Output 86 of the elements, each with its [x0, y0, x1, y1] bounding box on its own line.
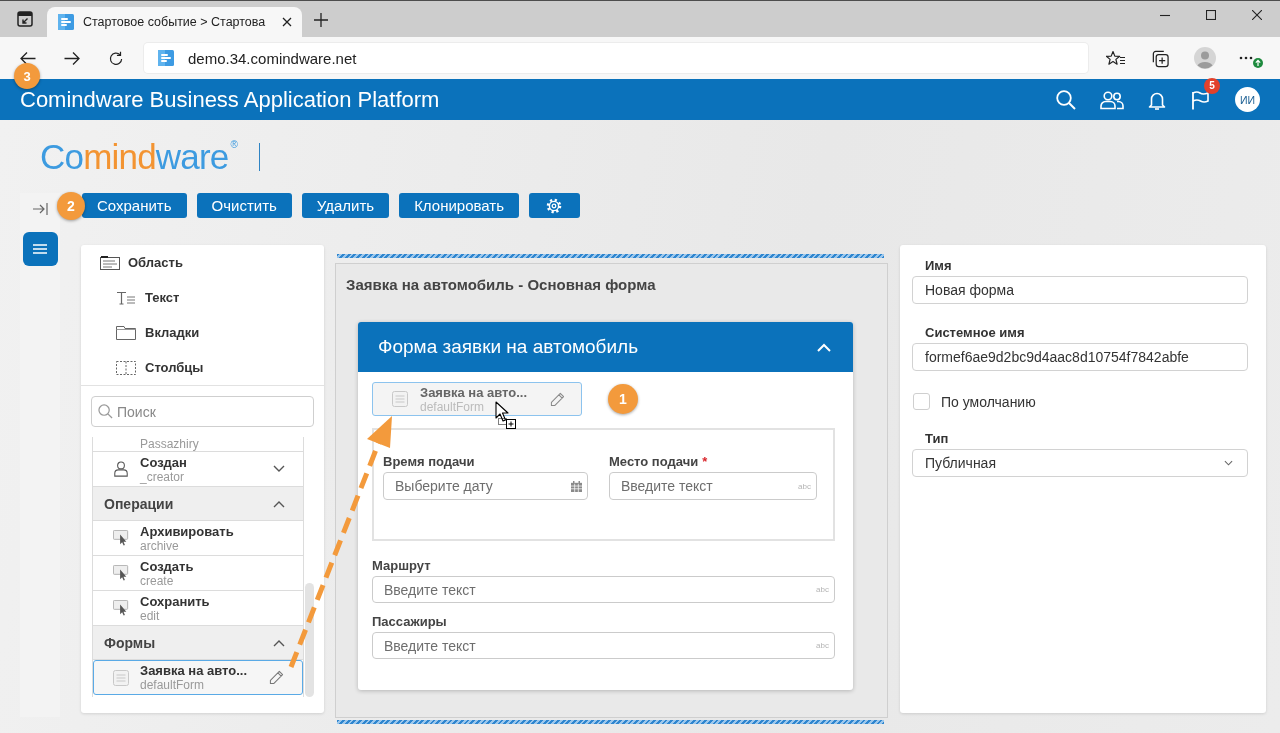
checkbox[interactable]: [913, 393, 930, 410]
field-label: Маршрут: [372, 558, 431, 574]
close-icon[interactable]: [1252, 10, 1262, 20]
text-field[interactable]: Новая форма: [912, 276, 1248, 304]
dropdown[interactable]: Публичная: [912, 449, 1248, 477]
canvas-title: Заявка на автомобиль - Основная форма: [345, 275, 657, 294]
calendar-icon[interactable]: [571, 480, 582, 492]
favorites-icon[interactable]: [1106, 48, 1126, 68]
palette-item[interactable]: Архивировать archive: [93, 521, 303, 556]
search-icon[interactable]: [1056, 89, 1076, 110]
refresh-icon[interactable]: [108, 50, 124, 66]
cursor-window-icon: [113, 530, 129, 546]
more-icon[interactable]: [1239, 56, 1253, 60]
menu-button[interactable]: [22, 232, 58, 266]
callout-badge: 3: [14, 63, 40, 89]
palette-item[interactable]: Заявка на авто... defaultForm: [93, 660, 303, 695]
text-field[interactable]: Введите текст abc: [372, 576, 835, 603]
toolbar-button[interactable]: Очистить: [196, 193, 292, 218]
new-tab-icon[interactable]: [314, 13, 329, 27]
person-icon: [113, 461, 129, 477]
toolbar-button[interactable]: Удалить: [301, 193, 390, 218]
collections-icon[interactable]: [1150, 48, 1170, 68]
field-label: Время подачи: [383, 454, 475, 470]
form-icon: [113, 669, 129, 686]
people-icon[interactable]: [1100, 89, 1124, 110]
address-field[interactable]: demo.34.comindware.net: [144, 43, 1088, 73]
callout-badge: 2: [57, 192, 85, 220]
settings-icon: [546, 197, 563, 214]
maximize-icon[interactable]: [1206, 10, 1216, 20]
pencil-icon[interactable]: [269, 670, 284, 685]
drag-cursor-icon: [495, 401, 517, 429]
text-field[interactable]: Введите текст abc: [372, 632, 835, 659]
chevron-down-icon: [1224, 460, 1233, 466]
toolbar-button[interactable]: Клонировать: [399, 193, 519, 218]
profile-avatar-icon[interactable]: [1194, 47, 1216, 69]
back-arrow-icon[interactable]: [20, 50, 36, 66]
section-header[interactable]: Операции: [93, 487, 303, 521]
toolbar-button[interactable]: Сохранить: [82, 193, 187, 218]
close-tab-icon[interactable]: [282, 17, 293, 27]
palette-tool[interactable]: Столбцы: [81, 350, 324, 385]
company-logo: Comindware$^{®}$: [40, 139, 238, 174]
date-field[interactable]: Выберите дату: [383, 472, 588, 500]
type-hint: abc: [816, 585, 829, 594]
field-label: Тип: [924, 431, 950, 447]
section-header[interactable]: Формы: [93, 626, 303, 660]
menu-icon: [33, 244, 47, 254]
field-label: Пассажиры: [372, 614, 447, 630]
flag-icon[interactable]: [1190, 89, 1210, 110]
field-label: Имя: [924, 258, 953, 274]
type-hint: abc: [816, 641, 829, 650]
search-icon: [98, 404, 113, 419]
palette-tool[interactable]: Текст: [81, 280, 324, 315]
cursor-window-icon: [113, 600, 129, 616]
forward-arrow-icon[interactable]: [64, 50, 80, 66]
search-field[interactable]: Поиск: [91, 396, 314, 427]
collapse-icon: [32, 202, 48, 216]
site-favicon-icon: [158, 50, 174, 66]
chevron-down-icon[interactable]: [273, 465, 285, 473]
palette-item[interactable]: Создать create: [93, 556, 303, 591]
settings-button[interactable]: [529, 193, 580, 218]
update-badge-icon: [1253, 58, 1263, 68]
pencil-icon[interactable]: [550, 391, 565, 407]
field-label: Место подачи: [609, 454, 699, 470]
form-title: Форма заявки на автомобиль: [378, 336, 640, 358]
browser-tab[interactable]: Стартовое событие > Стартова: [47, 7, 303, 37]
callout-badge: 1: [608, 384, 638, 414]
text-format-icon: [116, 290, 136, 305]
form-icon: [392, 391, 408, 407]
field-label: Системное имя: [924, 325, 1026, 341]
user-avatar[interactable]: ИИ: [1235, 87, 1260, 112]
app-title: Comindware Business Application Platform: [20, 86, 440, 113]
text-field[interactable]: formef6ae9d2bc9d4aac8d10754f7842abfe: [912, 343, 1248, 371]
columns-icon: [116, 360, 136, 375]
text-field[interactable]: Введите текст abc: [609, 472, 817, 500]
cursor-window-icon: [113, 565, 129, 581]
palette-tool[interactable]: Вкладки: [81, 315, 324, 350]
tabs-icon: [116, 325, 136, 340]
checkbox-label: По умолчанию: [941, 393, 1036, 410]
scrollbar-thumb[interactable]: [305, 583, 314, 697]
area-icon: [100, 255, 120, 270]
type-hint: abc: [798, 481, 811, 491]
chevron-up-icon[interactable]: [817, 342, 831, 352]
tab-actions-icon[interactable]: [17, 11, 33, 27]
palette-tool[interactable]: Область: [81, 245, 324, 280]
site-favicon-icon: [58, 14, 74, 30]
required-mark: *: [702, 454, 708, 470]
